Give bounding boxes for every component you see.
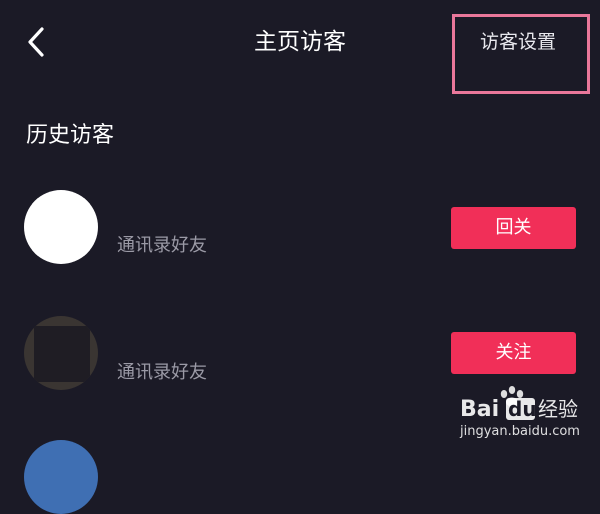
avatar-image bbox=[34, 326, 90, 382]
avatar[interactable] bbox=[24, 316, 98, 390]
watermark-du-box bbox=[506, 398, 535, 420]
follow-button[interactable]: 关注 bbox=[451, 332, 576, 374]
watermark-brand-right: du bbox=[508, 397, 537, 421]
follow-back-button[interactable]: 回关 bbox=[451, 207, 576, 249]
chevron-left-icon bbox=[28, 27, 44, 57]
visitor-subtitle: 通讯录好友 bbox=[117, 362, 207, 383]
watermark-brand-cn: 经验 bbox=[538, 397, 578, 421]
avatar-image bbox=[32, 198, 90, 256]
visitor-subtitle: 通讯录好友 bbox=[117, 235, 207, 256]
highlight-box bbox=[452, 14, 590, 94]
avatar[interactable] bbox=[24, 440, 98, 514]
back-button[interactable] bbox=[22, 24, 52, 60]
section-title: 历史访客 bbox=[26, 123, 115, 148]
baidu-jingyan-watermark: Bai du 经验 jingyan.baidu.com bbox=[459, 386, 580, 439]
watermark-url: jingyan.baidu.com bbox=[459, 424, 580, 439]
avatar[interactable] bbox=[24, 190, 98, 264]
baidu-paw-icon bbox=[500, 386, 524, 407]
watermark-brand-left: Bai bbox=[460, 397, 499, 422]
